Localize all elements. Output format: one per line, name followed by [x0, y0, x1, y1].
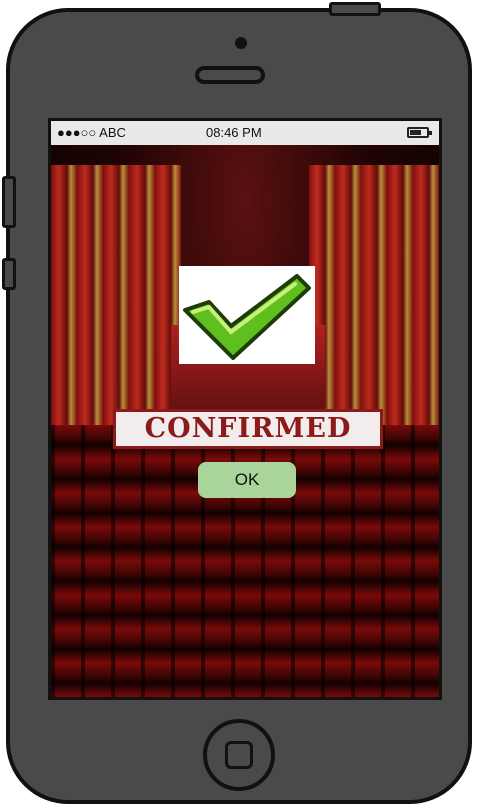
home-button[interactable]: [203, 719, 275, 791]
phone-screen: ●●●○○ ABC 08:46 PM CONFIRMED OK: [48, 118, 442, 700]
confirmed-stamp: CONFIRMED: [113, 409, 383, 449]
ok-button[interactable]: OK: [198, 462, 296, 498]
green-check-icon: [183, 274, 311, 360]
status-bar: ●●●○○ ABC 08:46 PM: [51, 121, 439, 146]
battery-icon: [407, 127, 432, 138]
right-curtains: [309, 165, 439, 425]
check-icon-box: [179, 266, 315, 364]
power-button: [329, 2, 381, 16]
volume-up-button: [2, 176, 16, 228]
left-curtains: [51, 165, 181, 425]
status-time: 08:46 PM: [206, 125, 262, 140]
volume-down-button: [2, 258, 16, 290]
earpiece-speaker: [195, 66, 265, 84]
theater-background: CONFIRMED OK: [51, 145, 439, 697]
battery-level: [410, 130, 421, 135]
carrier-signal: ●●●○○ ABC: [57, 125, 126, 140]
home-square-icon: [225, 741, 253, 769]
front-camera: [235, 37, 247, 49]
